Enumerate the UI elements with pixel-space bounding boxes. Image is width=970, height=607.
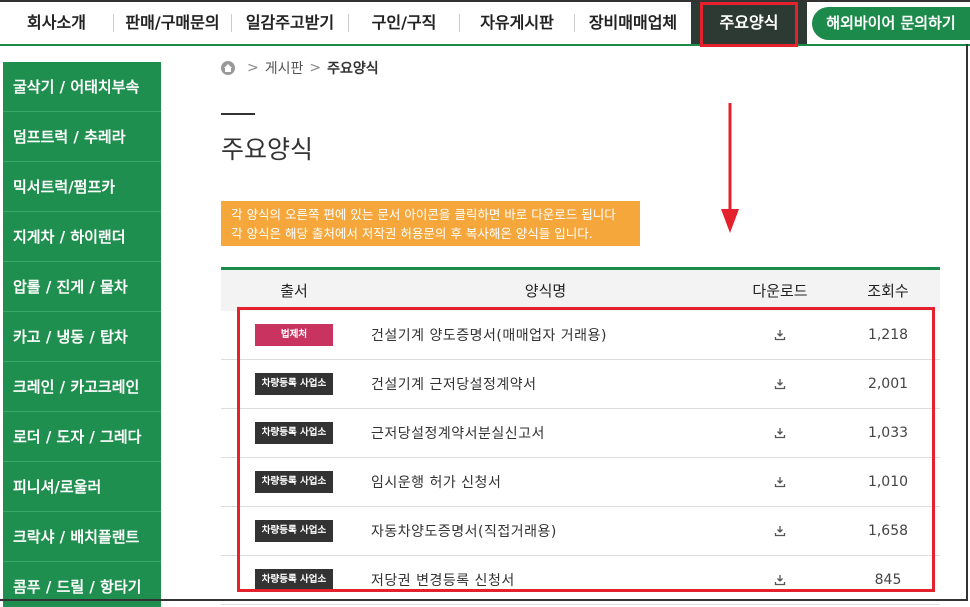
notice-box: 각 양식의 오른쪽 편에 있는 문서 아이콘을 클릭하면 바로 다운로드 됩니다… bbox=[221, 201, 640, 246]
annotation-box-nav bbox=[700, 2, 798, 47]
header-views: 조회수 bbox=[867, 282, 909, 300]
breadcrumb-separator: > bbox=[247, 60, 259, 76]
notice-line: 각 양식은 해당 출처에서 저작권 허용문의 후 복사해온 양식들 입니다. bbox=[231, 226, 593, 241]
frame-border bbox=[966, 44, 968, 600]
sidebar-item-excavator[interactable]: 굴삭기 / 어태치부속 bbox=[3, 62, 161, 112]
breadcrumb-board[interactable]: 게시판 bbox=[265, 58, 304, 78]
sidebar-item-arm-roll[interactable]: 압롤 / 진게 / 물차 bbox=[3, 262, 161, 312]
sidebar-item-mixer-truck[interactable]: 믹서트럭/펌프카 bbox=[3, 162, 161, 212]
nav-company[interactable]: 회사소개 bbox=[0, 2, 113, 44]
sidebar-item-loader[interactable]: 로더 / 도자 / 그레다 bbox=[3, 412, 161, 462]
sidebar-item-forklift[interactable]: 지게차 / 하이랜더 bbox=[3, 212, 161, 262]
breadcrumb-separator: > bbox=[309, 60, 322, 76]
sidebar-item-crusher[interactable]: 크락샤 / 배치플랜트 bbox=[3, 512, 161, 562]
header-download: 다운로드 bbox=[752, 282, 808, 300]
nav-dealers[interactable]: 장비매매업체 bbox=[575, 2, 691, 44]
nav-free-board[interactable]: 자유게시판 bbox=[460, 2, 574, 44]
sidebar-category-menu: 굴삭기 / 어태치부속 덤프트럭 / 추레라 믹서트럭/펌프카 지게차 / 하이… bbox=[3, 62, 161, 607]
title-accent-line bbox=[221, 113, 255, 115]
home-icon[interactable] bbox=[221, 61, 235, 75]
nav-job-exchange[interactable]: 일감주고받기 bbox=[232, 2, 348, 44]
sidebar-item-finisher[interactable]: 피니셔/로울러 bbox=[3, 462, 161, 512]
annotation-box-table bbox=[237, 307, 935, 592]
nav-recruit[interactable]: 구인/구직 bbox=[349, 2, 459, 44]
overseas-buyer-button[interactable]: 해외바이어 문의하기 bbox=[812, 7, 970, 40]
table-header: 출서 양식명 다운로드 조회수 bbox=[221, 267, 940, 311]
header-source: 출서 bbox=[280, 282, 308, 300]
top-nav: 회사소개 판매/구매문의 일감주고받기 구인/구직 자유게시판 장비매매업체 주… bbox=[0, 0, 970, 46]
sidebar-item-cargo[interactable]: 카고 / 냉동 / 탑차 bbox=[3, 312, 161, 362]
annotation-arrow bbox=[721, 103, 739, 233]
page-title: 주요양식 bbox=[221, 135, 314, 164]
notice-line: 각 양식의 오른쪽 편에 있는 문서 아이콘을 클릭하면 바로 다운로드 됩니다 bbox=[231, 207, 616, 222]
breadcrumb: > 게시판 > 주요양식 bbox=[221, 58, 379, 78]
header-name: 양식명 bbox=[524, 282, 567, 300]
nav-sales-inquiry[interactable]: 판매/구매문의 bbox=[114, 2, 231, 44]
sidebar-item-crane[interactable]: 크레인 / 카고크레인 bbox=[3, 362, 161, 412]
breadcrumb-current: 주요양식 bbox=[327, 61, 379, 77]
sidebar-item-dump-truck[interactable]: 덤프트럭 / 추레라 bbox=[3, 112, 161, 162]
